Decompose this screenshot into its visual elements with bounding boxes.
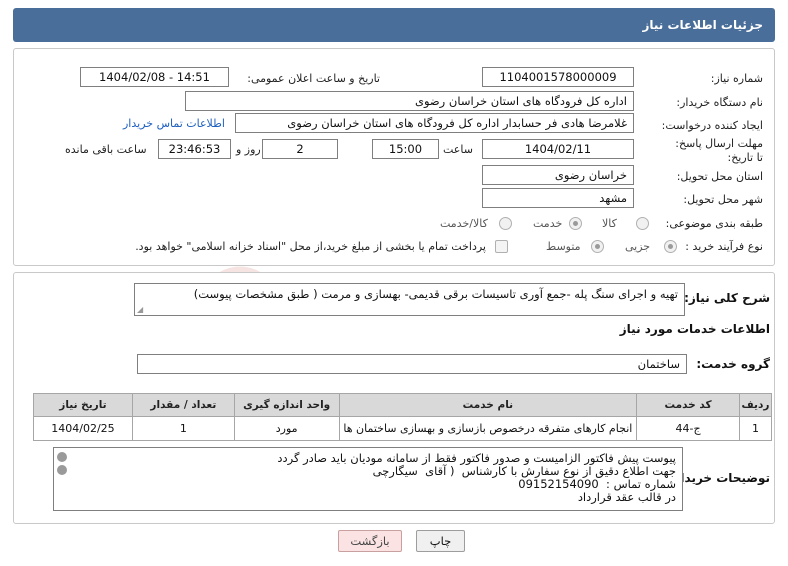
treasury-payment-note: پرداخت تمام یا بخشی از مبلغ خرید،از محل … xyxy=(135,240,486,253)
col-quantity: تعداد / مقدار xyxy=(131,393,235,417)
cell-unit: مورد xyxy=(233,416,340,441)
province-field: خراسان رضوی xyxy=(482,165,634,185)
service-group-label: گروه خدمت: xyxy=(696,357,770,371)
days-label: روز و xyxy=(236,143,261,156)
process-type-label: نوع فرآیند خرید : xyxy=(685,240,763,253)
category-radio-goods[interactable] xyxy=(636,217,649,230)
category-option-goods: کالا xyxy=(602,217,617,230)
table-header-row: تاریخ نیاز تعداد / مقدار واحد اندازه گیر… xyxy=(33,393,773,417)
treasury-payment-checkbox[interactable] xyxy=(495,240,508,253)
services-section-title: اطلاعات خدمات مورد نیاز xyxy=(619,322,770,336)
col-row-number: ردیف xyxy=(738,393,773,417)
announce-datetime-field: 1404/02/08 - 14:51 xyxy=(80,67,229,87)
process-option-minor: جزیی xyxy=(625,240,651,253)
buyer-notes-text: پیوست پیش فاکتور الزامیست و صدور فاکتور … xyxy=(277,451,676,504)
category-radio-service[interactable] xyxy=(569,217,582,230)
col-need-date: تاریخ نیاز xyxy=(33,393,133,417)
buyer-org-label: نام دستگاه خریدار: xyxy=(676,96,763,109)
page-header: جزئیات اطلاعات نیاز xyxy=(13,8,775,42)
summary-label: شرح کلی نیاز: xyxy=(684,291,770,305)
category-option-service: خدمت xyxy=(533,217,563,230)
time-remaining-field: 23:46:53 xyxy=(158,139,231,159)
process-option-medium: متوسط xyxy=(546,240,581,253)
summary-textarea: تهیه و اجرای سنگ پله -جمع آوری تاسیسات ب… xyxy=(134,283,685,316)
resize-grip-icon: ◢ xyxy=(137,305,144,314)
need-number-field: 1104001578000009 xyxy=(482,67,634,87)
col-unit: واحد اندازه گیری xyxy=(233,393,340,417)
process-radio-minor[interactable] xyxy=(664,240,677,253)
cell-quantity: 1 xyxy=(131,416,235,441)
need-number-label: شماره نیاز: xyxy=(710,72,763,85)
col-service-code: کد خدمت xyxy=(636,393,740,417)
cell-service-code: ج-44 xyxy=(636,416,740,441)
cell-row-number: 1 xyxy=(738,416,773,441)
creator-label: ایجاد کننده درخواست: xyxy=(661,119,763,132)
announce-datetime-label: تاریخ و ساعت اعلان عمومی: xyxy=(247,72,380,85)
scroll-up-dot-icon[interactable] xyxy=(57,452,67,462)
deadline-date-field: 1404/02/11 xyxy=(482,139,634,159)
deadline-label: مهلت ارسال پاسخ: تا تاریخ: xyxy=(675,137,763,164)
summary-text: تهیه و اجرای سنگ پله -جمع آوری تاسیسات ب… xyxy=(193,287,678,301)
category-radio-goods-service[interactable] xyxy=(499,217,512,230)
services-table: تاریخ نیاز تعداد / مقدار واحد اندازه گیر… xyxy=(33,393,773,441)
deadline-time-label: ساعت xyxy=(443,143,473,156)
scroll-down-dot-icon[interactable] xyxy=(57,465,67,475)
category-label: طبقه بندی موضوعی: xyxy=(665,217,763,230)
page-title: جزئیات اطلاعات نیاز xyxy=(642,18,763,32)
cell-service-name: انجام کارهای متفرقه درخصوص بازسازی و بهس… xyxy=(338,416,638,441)
buyer-contact-link[interactable]: اطلاعات تماس خریدار xyxy=(123,117,225,130)
buyer-org-field: اداره کل فرودگاه های استان خراسان رضوی xyxy=(185,91,634,111)
process-radio-medium[interactable] xyxy=(591,240,604,253)
province-label: استان محل تحویل: xyxy=(676,170,763,183)
deadline-time-field: 15:00 xyxy=(372,139,439,159)
buyer-notes-label: توضیحات خریدار: xyxy=(668,471,770,485)
category-option-goods-service: کالا/خدمت xyxy=(440,217,488,230)
back-button[interactable]: بازگشت xyxy=(338,530,402,552)
col-service-name: نام خدمت xyxy=(338,393,638,417)
city-label: شهر محل تحویل: xyxy=(683,193,763,206)
print-button[interactable]: چاپ xyxy=(416,530,465,552)
service-group-field: ساختمان xyxy=(137,354,687,374)
city-field: مشهد xyxy=(482,188,634,208)
days-remaining-field: 2 xyxy=(262,139,338,159)
time-remaining-label: ساعت باقی مانده xyxy=(65,143,147,156)
buyer-notes-textarea[interactable]: پیوست پیش فاکتور الزامیست و صدور فاکتور … xyxy=(53,447,683,511)
creator-field: غلامرضا هادی فر حسابدار اداره کل فرودگاه… xyxy=(235,113,634,133)
cell-need-date: 1404/02/25 xyxy=(33,416,133,441)
table-row: 1404/02/25 1 مورد انجام کارهای متفرقه در… xyxy=(33,416,773,441)
